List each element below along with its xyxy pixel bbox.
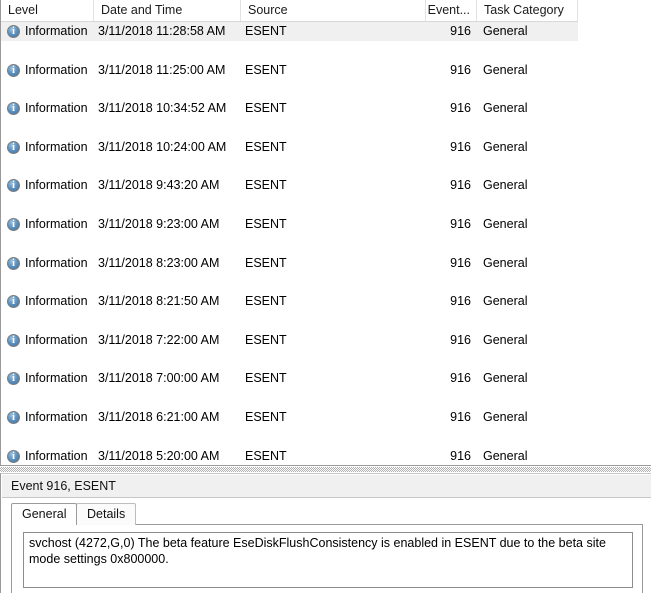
cell-task-category: General xyxy=(483,255,528,270)
event-rows: Information 3/11/2018 11:28:58 AM ESENT 916… xyxy=(1,22,651,466)
cell-event-id: 916 xyxy=(450,448,471,463)
cell-event-id: 916 xyxy=(450,101,471,116)
cell-source: ESENT xyxy=(245,101,287,116)
cell-event-id: 916 xyxy=(450,294,471,309)
table-row[interactable]: Information 3/11/2018 9:23:00 AM ESENT 916 G… xyxy=(1,215,578,234)
cell-event-id: 916 xyxy=(450,332,471,347)
cell-level: Information xyxy=(25,24,88,38)
cell-task-category: General xyxy=(483,409,528,424)
cell-task-category: General xyxy=(483,178,528,193)
column-header-source[interactable]: Source xyxy=(241,0,426,21)
cell-source: ESENT xyxy=(245,178,287,193)
cell-task-category: General xyxy=(483,371,528,386)
detail-pane-title: Event 916, ESENT xyxy=(2,475,651,498)
cell-source: ESENT xyxy=(245,216,287,231)
table-row[interactable]: Information 3/11/2018 8:23:00 AM ESENT 916 G… xyxy=(1,254,578,273)
table-row[interactable]: Information 3/11/2018 10:24:00 AM ESENT 916… xyxy=(1,138,578,157)
table-row[interactable]: Information 3/11/2018 11:25:00 AM ESENT 916… xyxy=(1,61,578,80)
cell-date-and-time: 3/11/2018 8:23:00 AM xyxy=(98,255,220,270)
table-row[interactable]: Information 3/11/2018 7:00:00 AM ESENT 916 G… xyxy=(1,369,578,388)
cell-level: Information xyxy=(25,409,88,424)
cell-level: Information xyxy=(25,62,88,77)
cell-date-and-time: 3/11/2018 10:34:52 AM xyxy=(98,101,227,116)
cell-level: Information xyxy=(25,178,88,193)
cell-task-category: General xyxy=(483,294,528,309)
cell-date-and-time: 3/11/2018 10:24:00 AM xyxy=(98,139,227,154)
cell-date-and-time: 3/11/2018 5:20:00 AM xyxy=(98,448,220,463)
cell-event-id: 916 xyxy=(450,178,471,193)
cell-source: ESENT xyxy=(245,62,287,77)
column-header-date-and-time[interactable]: Date and Time xyxy=(94,0,241,21)
cell-source: ESENT xyxy=(245,371,287,386)
event-list-view[interactable]: Level Date and Time Source Event... Task… xyxy=(0,0,651,467)
column-header-task-category[interactable]: Task Category xyxy=(477,0,578,21)
cell-task-category: General xyxy=(483,62,528,77)
cell-level: Information xyxy=(25,332,88,347)
cell-task-category: General xyxy=(483,448,528,463)
cell-event-id: 916 xyxy=(450,255,471,270)
cell-task-category: General xyxy=(483,24,528,38)
cell-level: Information xyxy=(25,139,88,154)
cell-date-and-time: 3/11/2018 9:43:20 AM xyxy=(98,178,220,193)
splitter-grip-icon[interactable] xyxy=(0,467,651,472)
table-row[interactable]: Information 3/11/2018 5:20:00 AM ESENT 916 G… xyxy=(1,447,578,466)
cell-date-and-time: 3/11/2018 9:23:00 AM xyxy=(98,216,220,231)
cell-event-id: 916 xyxy=(450,62,471,77)
event-message-box[interactable]: svchost (4272,G,0) The beta feature EseD… xyxy=(23,532,633,588)
cell-event-id: 916 xyxy=(450,409,471,424)
pane-splitter[interactable] xyxy=(0,465,651,473)
cell-event-id: 916 xyxy=(450,371,471,386)
table-row[interactable]: Information 3/11/2018 10:34:52 AM ESENT 916… xyxy=(1,99,578,118)
cell-task-category: General xyxy=(483,332,528,347)
table-row[interactable]: Information 3/11/2018 7:22:00 AM ESENT 916 G… xyxy=(1,331,578,350)
table-row[interactable]: Information 3/11/2018 11:28:58 AM ESENT 916… xyxy=(1,22,578,42)
cell-task-category: General xyxy=(483,101,528,116)
cell-date-and-time: 3/11/2018 11:25:00 AM xyxy=(98,62,226,77)
cell-task-category: General xyxy=(483,216,528,231)
cell-source: ESENT xyxy=(245,139,287,154)
tab-details[interactable]: Details xyxy=(76,503,137,525)
cell-source: ESENT xyxy=(245,255,287,270)
cell-date-and-time: 3/11/2018 11:28:58 AM xyxy=(98,24,226,38)
cell-date-and-time: 3/11/2018 6:21:00 AM xyxy=(98,409,220,424)
detail-tab-strip: General Details xyxy=(11,503,641,525)
cell-level: Information xyxy=(25,371,88,386)
cell-date-and-time: 3/11/2018 8:21:50 AM xyxy=(98,294,220,309)
cell-event-id: 916 xyxy=(450,216,471,231)
cell-source: ESENT xyxy=(245,332,287,347)
cell-source: ESENT xyxy=(245,409,287,424)
table-row[interactable]: Information 3/11/2018 9:43:20 AM ESENT 916 G… xyxy=(1,176,578,195)
cell-level: Information xyxy=(25,255,88,270)
column-header-level[interactable]: Level xyxy=(1,0,94,21)
cell-source: ESENT xyxy=(245,448,287,463)
cell-source: ESENT xyxy=(245,294,287,309)
cell-level: Information xyxy=(25,101,88,116)
event-message-text: svchost (4272,G,0) The beta feature EseD… xyxy=(29,536,606,566)
event-detail-pane: Event 916, ESENT General Details svchost… xyxy=(0,473,651,593)
cell-source: ESENT xyxy=(245,24,287,38)
detail-tab-body: svchost (4272,G,0) The beta feature EseD… xyxy=(11,524,643,593)
cell-event-id: 916 xyxy=(450,139,471,154)
cell-task-category: General xyxy=(483,139,528,154)
cell-date-and-time: 3/11/2018 7:22:00 AM xyxy=(98,332,220,347)
cell-event-id: 916 xyxy=(450,24,471,38)
cell-level: Information xyxy=(25,216,88,231)
cell-level: Information xyxy=(25,294,88,309)
tab-general[interactable]: General xyxy=(11,503,78,525)
list-column-header[interactable]: Level Date and Time Source Event... Task… xyxy=(1,0,578,22)
cell-level: Information xyxy=(25,448,88,463)
table-row[interactable]: Information 3/11/2018 8:21:50 AM ESENT 916 G… xyxy=(1,292,578,311)
table-row[interactable]: Information 3/11/2018 6:21:00 AM ESENT 916 G… xyxy=(1,408,578,427)
column-header-event-id[interactable]: Event... xyxy=(426,0,477,21)
cell-date-and-time: 3/11/2018 7:00:00 AM xyxy=(98,371,220,386)
